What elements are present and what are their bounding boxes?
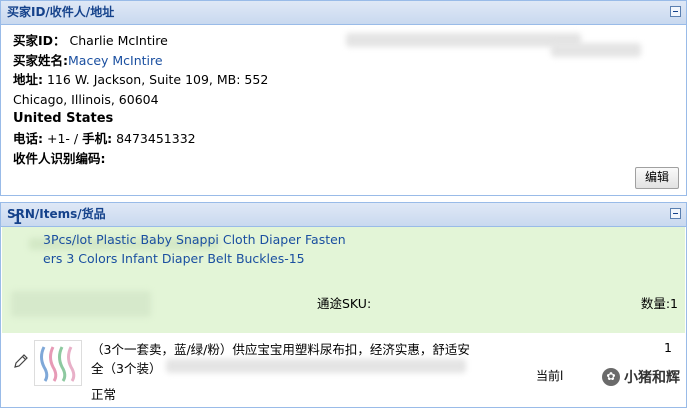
item-title-line1: 3Pcs/lot Plastic Baby Snappi Cloth Diape… xyxy=(43,232,346,247)
phone-row: 电话: +1- / 手机: 8473451332 xyxy=(13,129,268,149)
items-panel-header: SRN/Items/货品 xyxy=(1,203,686,227)
quantity-value: 1 xyxy=(664,340,672,355)
watermark-text: 小猪和辉 xyxy=(624,370,680,386)
edit-button[interactable]: 编辑 xyxy=(635,167,679,189)
mobile-value: 8473451332 xyxy=(116,130,196,146)
buyer-name-label: 买家姓名: xyxy=(13,52,68,68)
product-thumbnail[interactable] xyxy=(34,340,82,386)
address-label: 地址: xyxy=(13,72,43,88)
diaper-clip-icon xyxy=(40,346,76,382)
buyer-panel: 买家ID/收件人/地址 买家ID： Charlie McIntire 买家姓名:… xyxy=(0,0,687,196)
buyer-panel-header: 买家ID/收件人/地址 xyxy=(1,1,686,25)
pencil-icon[interactable] xyxy=(13,353,29,369)
item-title-link[interactable]: 3Pcs/lot Plastic Baby Snappi Cloth Diape… xyxy=(43,230,353,268)
buyer-id-value: Charlie McIntire xyxy=(69,33,168,48)
buyer-id-row: 买家ID： Charlie McIntire xyxy=(13,31,268,51)
item-index: 1 xyxy=(13,213,23,228)
address-line1: 116 W. Jackson, Suite 109, MB: 552 xyxy=(46,72,269,88)
item-title-line2: ers 3 Colors Infant Diaper Belt Buckles-… xyxy=(43,251,305,266)
address-line2: Chicago, Illinois, 60604 xyxy=(13,91,159,107)
redacted-area xyxy=(166,359,466,373)
redacted-area xyxy=(551,43,641,57)
buyer-name-row: 买家姓名:Macey McIntire xyxy=(13,51,268,71)
quantity-label: 数量:1 xyxy=(640,296,678,311)
status-text: 正常 xyxy=(91,387,117,402)
items-panel: SRN/Items/货品 1 3Pcs/lot Plastic Baby Sna… xyxy=(0,202,687,408)
desc-line1: （3个一套卖，蓝/绿/粉）供应宝宝用塑料尿布扣，经济实惠，舒适安 xyxy=(91,342,470,357)
mobile-label: 手机: xyxy=(82,130,113,146)
buyer-address-block: 买家ID： Charlie McIntire 买家姓名:Macey McInti… xyxy=(13,31,268,168)
buyer-panel-title: 买家ID/收件人/地址 xyxy=(7,5,115,19)
buyer-id-label: 买家ID： xyxy=(13,33,66,48)
country: United States xyxy=(13,111,114,127)
phone-value: +1- / xyxy=(46,130,83,146)
sku-label: 通途SKU: xyxy=(317,296,372,311)
recipient-id-label: 收件人识别编码: xyxy=(13,150,106,166)
watermark: ✿ 小猪和辉 xyxy=(602,367,680,387)
redacted-area xyxy=(11,291,151,317)
wechat-icon: ✿ xyxy=(602,368,620,386)
redacted-area xyxy=(346,33,581,47)
phone-label: 电话: xyxy=(13,130,43,146)
collapse-icon[interactable] xyxy=(670,6,681,17)
current-label: 当前l xyxy=(536,369,564,383)
address-row: 地址: 116 W. Jackson, Suite 109, MB: 552 xyxy=(13,70,268,90)
buyer-name-link[interactable]: Macey McIntire xyxy=(68,53,163,68)
collapse-icon[interactable] xyxy=(670,208,681,219)
